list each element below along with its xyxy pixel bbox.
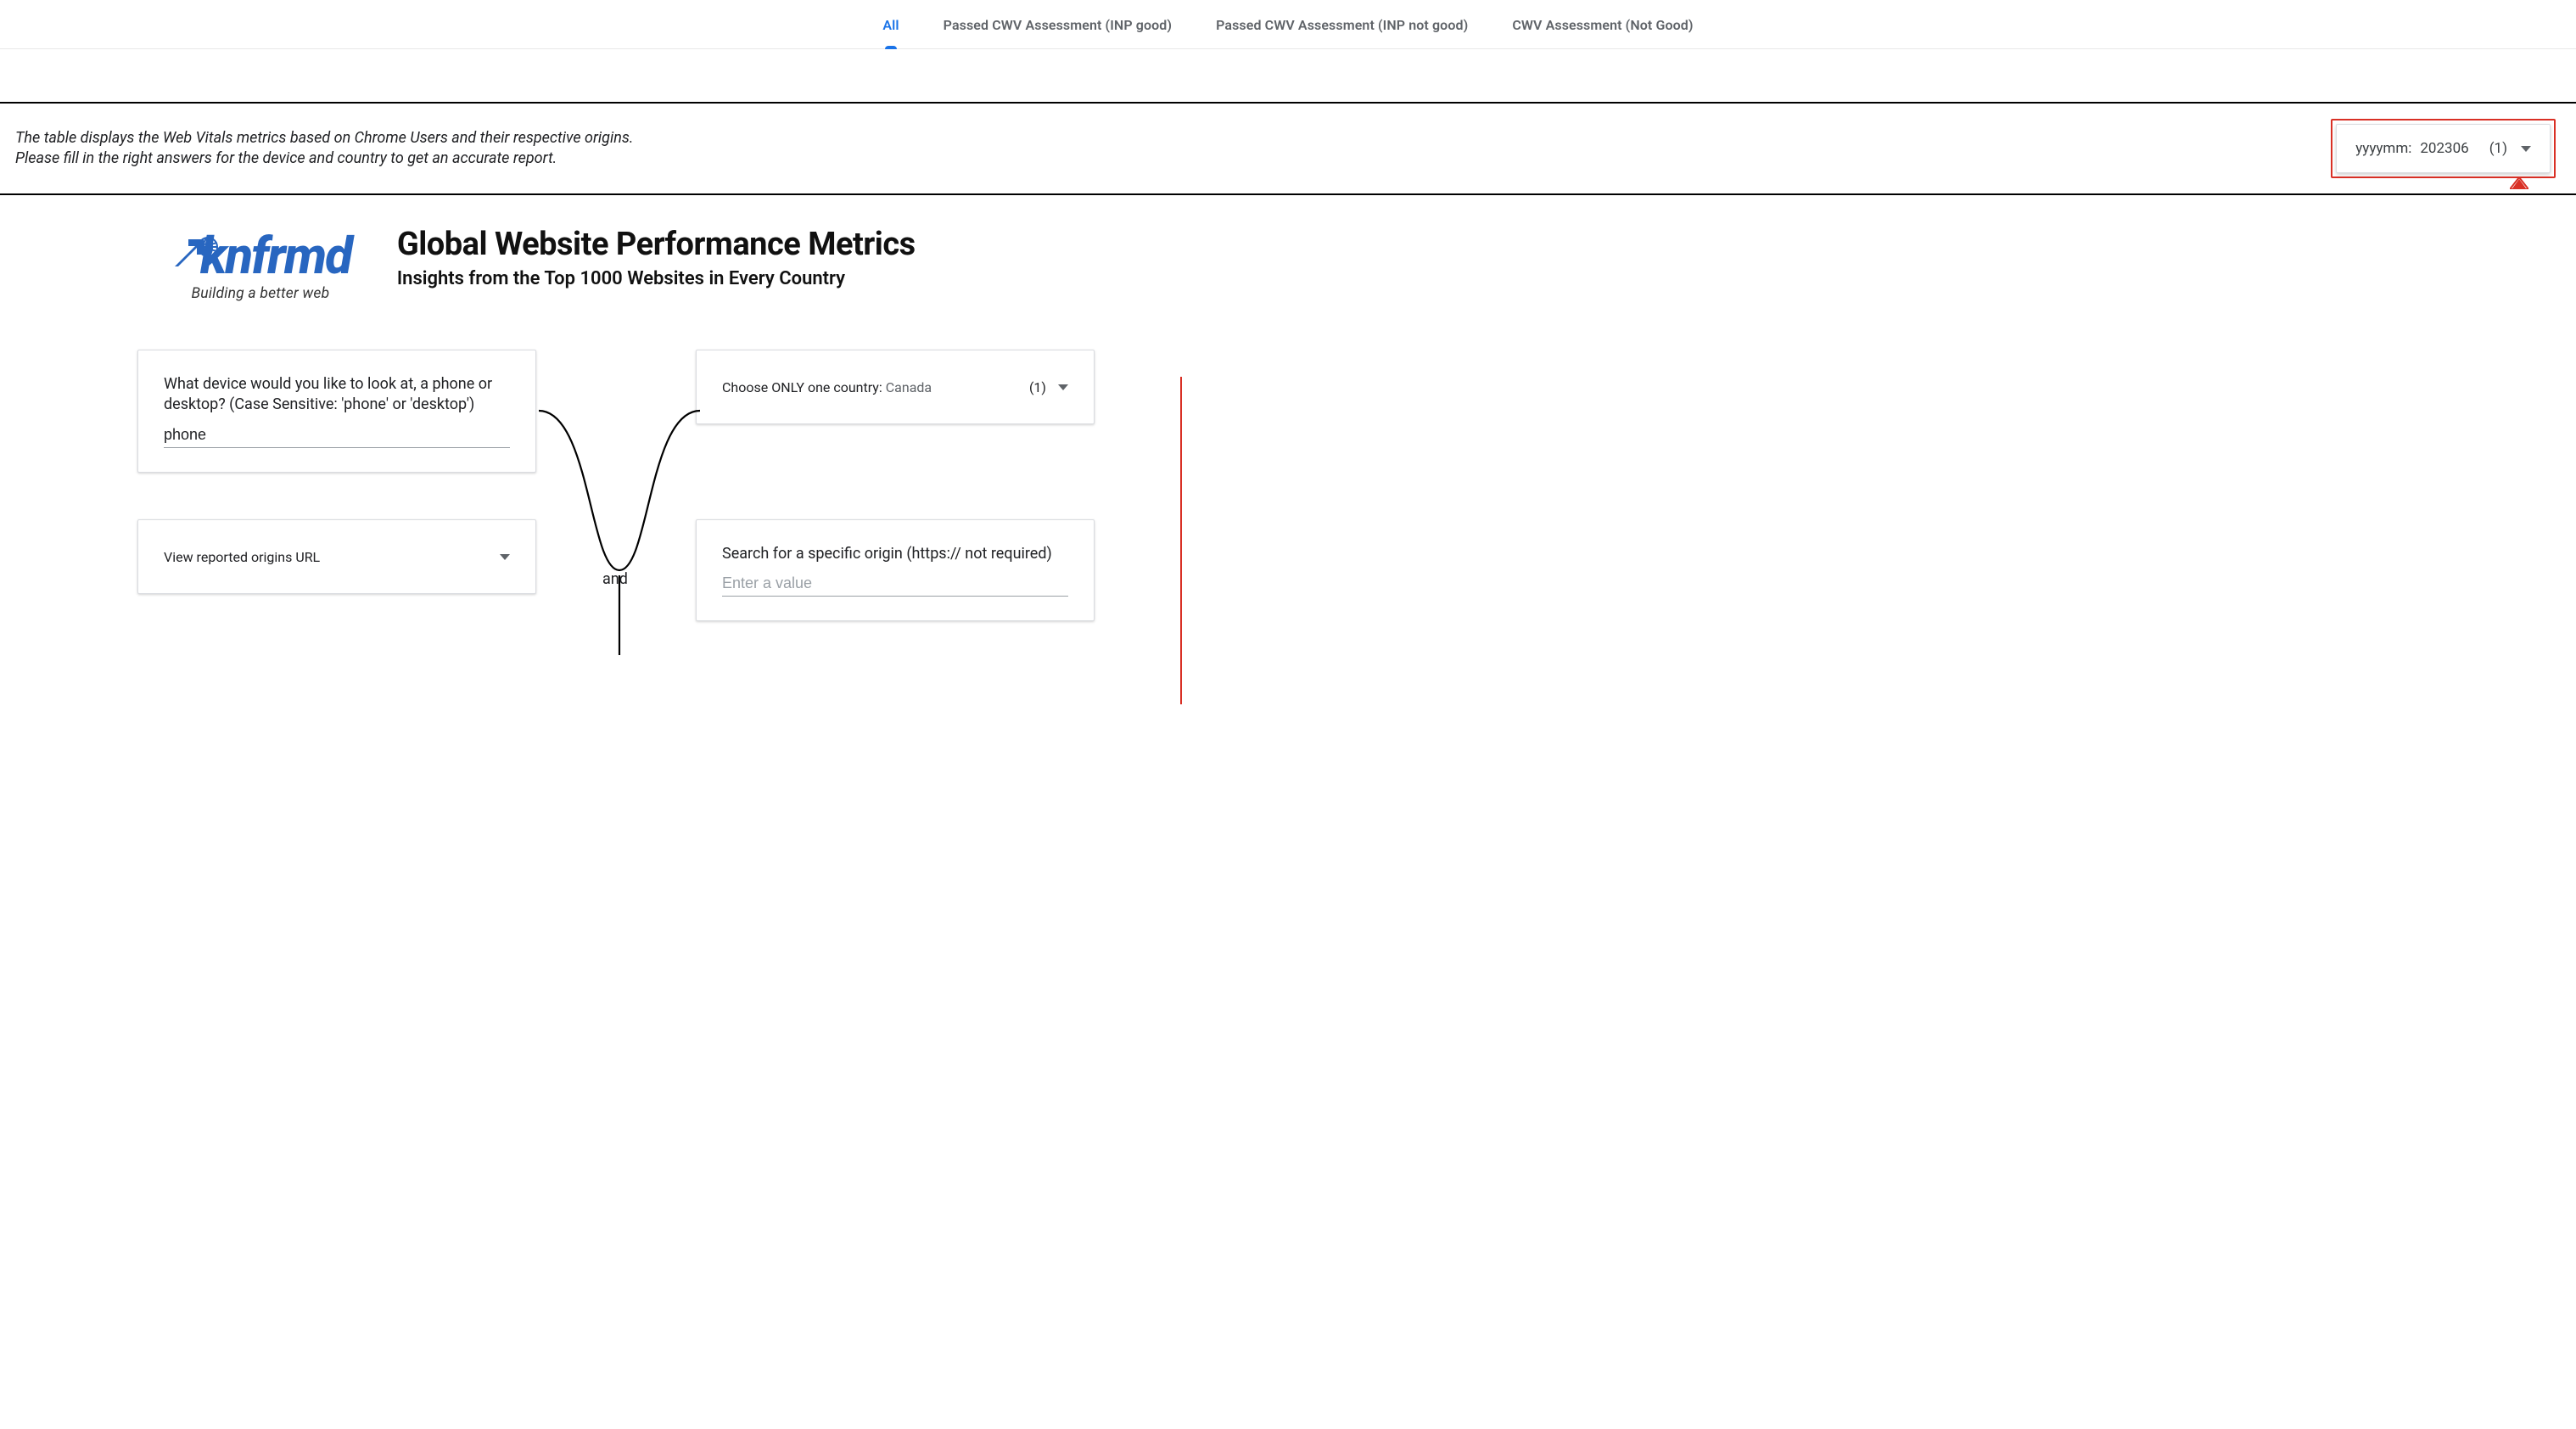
brand-tagline: Building a better web [170, 285, 351, 302]
intro-text: The table displays the Web Vitals metric… [15, 128, 633, 170]
connector-lines [539, 401, 700, 655]
intro-line-1: The table displays the Web Vitals metric… [15, 128, 633, 149]
country-card[interactable]: Choose ONLY one country: Canada (1) [696, 350, 1095, 424]
date-filter-dropdown[interactable]: yyyymm: 202306 (1) [2336, 124, 2551, 173]
country-card-value: Canada [886, 379, 932, 395]
origin-search-input[interactable] [722, 569, 1068, 597]
date-filter-callout: yyyymm: 202306 (1) [2331, 119, 2556, 178]
main-section: knfrmd Building a better web Global Webs… [0, 193, 2576, 655]
device-input[interactable] [164, 421, 510, 448]
brand-logo: knfrmd Building a better web [170, 226, 351, 302]
intro-section: The table displays the Web Vitals metric… [0, 102, 2576, 193]
chevron-down-icon [500, 554, 510, 560]
page-title: Global Website Performance Metrics [397, 226, 916, 263]
callout-arrowhead [2510, 177, 2528, 193]
date-filter-count: (1) [2489, 140, 2507, 157]
hero-row: knfrmd Building a better web Global Webs… [0, 195, 2576, 302]
date-filter-value: 202306 [2420, 140, 2468, 157]
arrow-icon [170, 229, 207, 280]
device-card-label: What device would you like to look at, a… [164, 374, 510, 416]
controls-area: What device would you like to look at, a… [0, 350, 2576, 655]
hero-copy: Global Website Performance Metrics Insig… [397, 226, 916, 289]
country-card-count: (1) [1029, 379, 1046, 395]
brand-wordmark: knfrmd [200, 226, 351, 286]
date-filter-label: yyyymm: [2355, 140, 2411, 157]
tab-passed-inp-good[interactable]: Passed CWV Assessment (INP good) [940, 17, 1175, 48]
tab-not-good[interactable]: CWV Assessment (Not Good) [1509, 17, 1696, 48]
tab-bar: All Passed CWV Assessment (INP good) Pas… [0, 0, 2576, 49]
page-subtitle: Insights from the Top 1000 Websites in E… [397, 268, 916, 289]
intro-line-2: Please fill in the right answers for the… [15, 149, 633, 169]
chevron-down-icon [2521, 146, 2531, 152]
tab-all[interactable]: All [879, 17, 902, 48]
connector-word: and [602, 570, 628, 588]
chevron-down-icon [1058, 384, 1068, 390]
device-card: What device would you like to look at, a… [137, 350, 536, 473]
origin-select-card[interactable]: View reported origins URL [137, 519, 536, 594]
tab-passed-inp-not-good[interactable]: Passed CWV Assessment (INP not good) [1212, 17, 1471, 48]
origin-select-label: View reported origins URL [164, 549, 320, 565]
country-card-label: Choose ONLY one country: [722, 379, 882, 395]
origin-search-card: Search for a specific origin (https:// n… [696, 519, 1095, 621]
origin-search-label: Search for a specific origin (https:// n… [722, 544, 1068, 564]
